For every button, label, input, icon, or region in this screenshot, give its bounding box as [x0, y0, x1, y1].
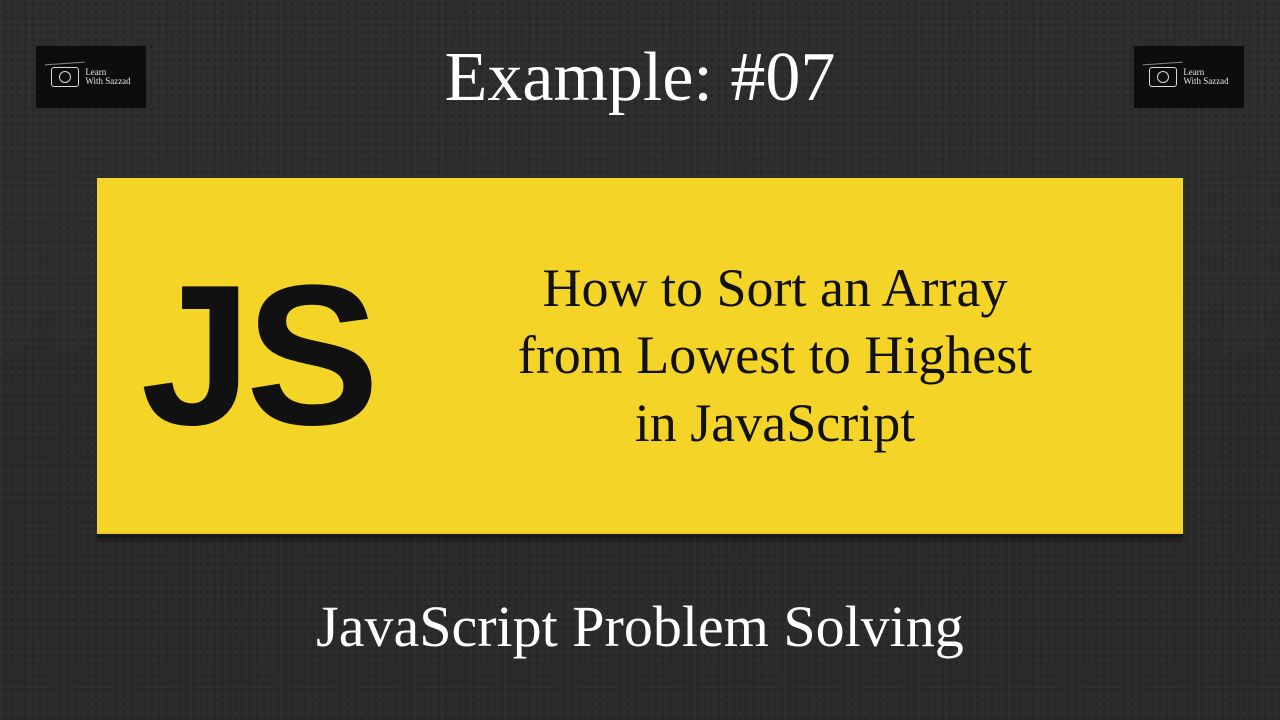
- thumbnail-slide: Learn With Sazzad Learn With Sazzad Exam…: [0, 0, 1280, 720]
- lesson-title-line3: in JavaScript: [407, 390, 1143, 458]
- lesson-title: How to Sort an Array from Lowest to High…: [397, 255, 1183, 458]
- example-number-heading: Example: #07: [0, 38, 1280, 118]
- title-banner: JS How to Sort an Array from Lowest to H…: [97, 178, 1183, 534]
- lesson-title-line1: How to Sort an Array: [407, 255, 1143, 323]
- series-subtitle: JavaScript Problem Solving: [0, 593, 1280, 660]
- javascript-logo-text: JS: [97, 256, 397, 456]
- lesson-title-line2: from Lowest to Highest: [407, 322, 1143, 390]
